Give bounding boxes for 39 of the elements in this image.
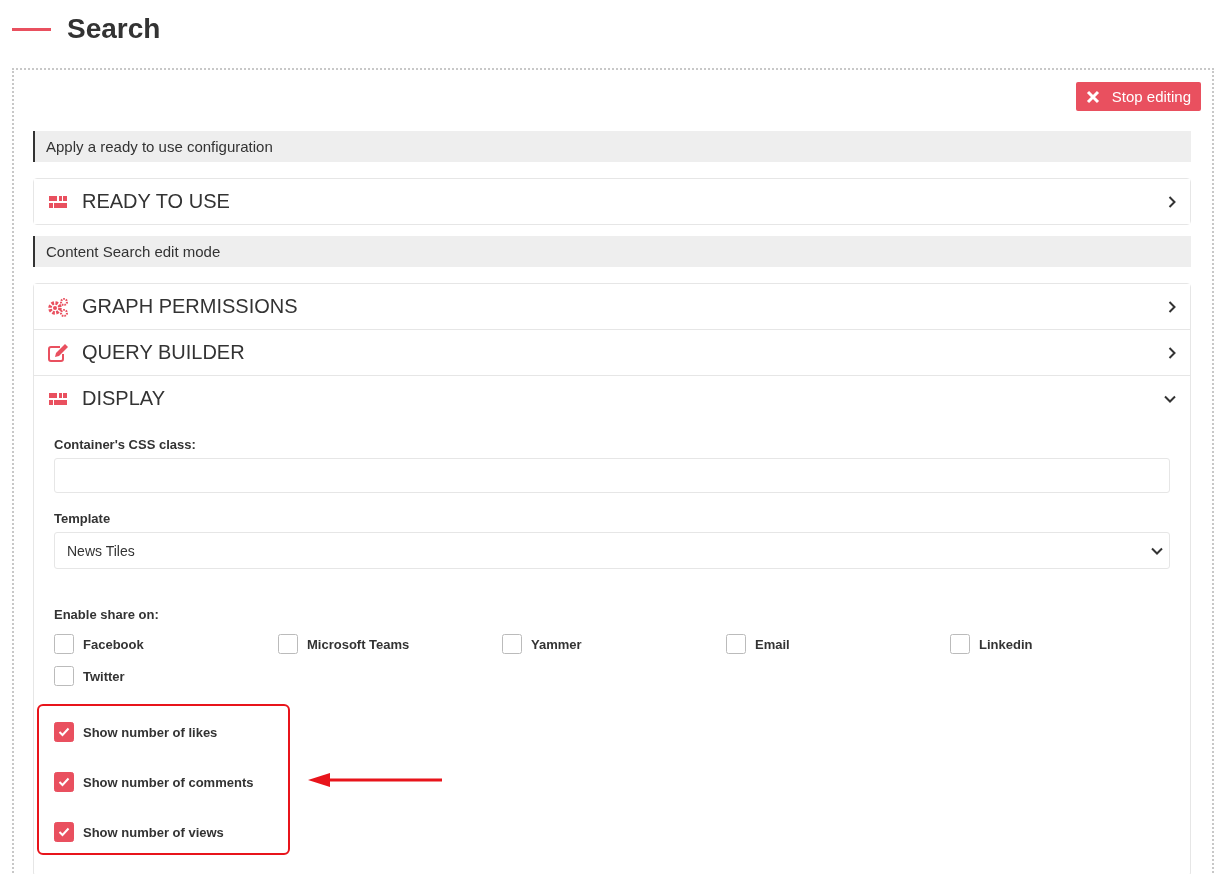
checkbox[interactable] [502, 634, 522, 654]
checkbox[interactable] [54, 822, 74, 842]
field-label: Enable share on: [54, 607, 160, 622]
checkbox-label: Email [755, 636, 790, 652]
grid-icon [47, 391, 69, 406]
field-label: Container's CSS class: [54, 437, 197, 452]
checkbox[interactable] [950, 634, 970, 654]
accordion-header[interactable]: READY TO USE [34, 179, 1190, 224]
gears-icon [47, 296, 69, 317]
section-heading: Apply a ready to use configuration [33, 131, 1191, 162]
checkbox-label: Show number of views [83, 824, 224, 840]
checkbox[interactable] [54, 722, 74, 742]
edit-icon [47, 342, 69, 363]
grid-icon [47, 194, 69, 209]
chevron-down-icon [1164, 394, 1176, 403]
close-icon [1085, 89, 1100, 104]
page-title: Search [67, 13, 161, 45]
checkbox-label: Microsoft Teams [307, 636, 410, 652]
section-heading: Content Search edit mode [33, 236, 1191, 267]
checkbox-label: Facebook [83, 636, 144, 652]
chevron-right-icon [1168, 195, 1176, 208]
checkbox[interactable] [278, 634, 298, 654]
checkbox-label: Show number of comments [83, 774, 254, 790]
css-class-input[interactable] [54, 458, 1170, 493]
stop-editing-button[interactable]: Stop editing [1075, 82, 1201, 111]
field-label: Template [54, 511, 112, 526]
title-accent-line [12, 27, 51, 31]
checkbox[interactable] [54, 666, 74, 686]
checkbox[interactable] [54, 772, 74, 792]
template-select[interactable]: News Tiles [54, 532, 1170, 569]
checkbox[interactable] [726, 634, 746, 654]
chevron-right-icon [1168, 346, 1176, 359]
chevron-down-icon [1151, 546, 1163, 555]
checkbox-label: Show number of likes [83, 724, 218, 740]
checkbox[interactable] [54, 634, 74, 654]
checkbox-label: Linkedin [979, 636, 1033, 652]
checkbox-label: Yammer [531, 636, 582, 652]
chevron-right-icon [1168, 300, 1176, 313]
checkbox-label: Twitter [83, 668, 125, 684]
